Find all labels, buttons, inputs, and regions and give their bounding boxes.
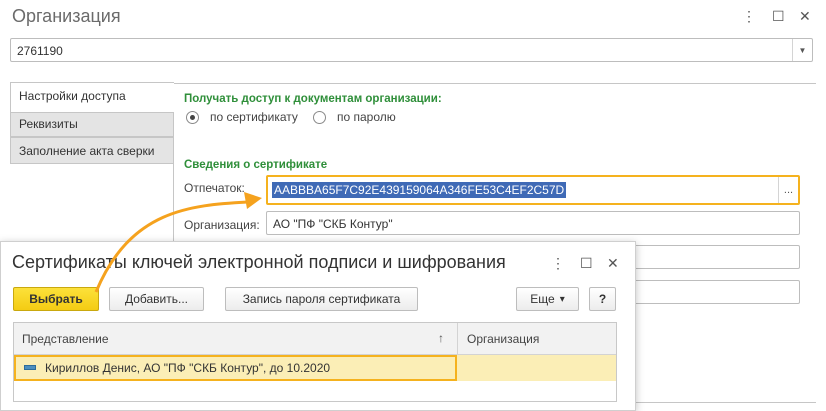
tab-label: Настройки доступа xyxy=(19,89,126,103)
tab-access-settings[interactable]: Настройки доступа xyxy=(10,82,174,113)
annotation-arrow xyxy=(94,192,262,293)
